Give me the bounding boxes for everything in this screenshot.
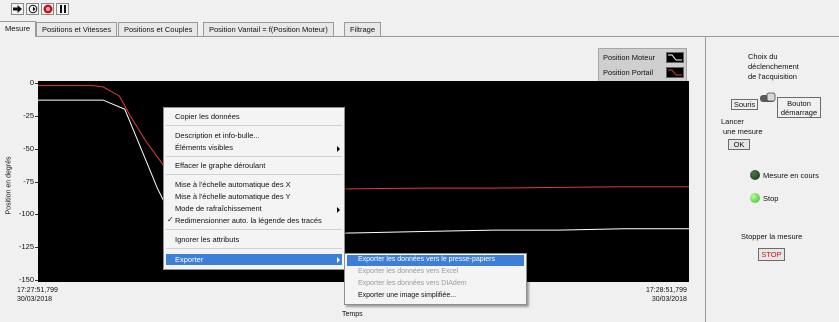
- menu-item-autoscale-x[interactable]: Mise à l'échelle automatique des X: [175, 180, 291, 189]
- switch-label-bouton-line2: démarrage: [780, 108, 818, 117]
- submenu-export-excel: Exporter les données vers Excel: [358, 268, 459, 275]
- switch-label-bouton: Bouton démarrage: [777, 97, 821, 118]
- menu-item-visible-items[interactable]: Éléments visibles: [175, 143, 233, 152]
- menu-item-autoscale-y[interactable]: Mise à l'échelle automatique des Y: [175, 192, 291, 201]
- tab-mesure[interactable]: Mesure: [0, 21, 36, 37]
- y-tick-label: -125: [18, 242, 34, 252]
- menu-item-autosize-legend[interactable]: Redimensionner auto. la légende des trac…: [175, 216, 322, 225]
- y-tick-label: -25: [23, 110, 34, 120]
- run-continuous-icon: [28, 4, 37, 14]
- menu-separator: [166, 125, 342, 126]
- pause-button[interactable]: [56, 3, 69, 15]
- status-stop-label: Stop: [763, 194, 779, 203]
- menu-item-clear-chart[interactable]: Effacer le graphe déroulant: [175, 161, 265, 170]
- run-arrow-icon: [13, 5, 22, 13]
- trigger-title-line2: déclenchement: [748, 62, 799, 71]
- submenu-arrow-icon: [337, 146, 340, 152]
- switch-label-bouton-line1: Bouton: [787, 99, 811, 108]
- x-end-date: 30/03/2018: [651, 296, 687, 303]
- menu-item-ignore-attributes[interactable]: Ignorer les attributs: [175, 235, 239, 244]
- x-axis-title: Temps: [342, 311, 363, 318]
- menu-item-description[interactable]: Description et info-bulle...: [175, 131, 260, 140]
- x-end-time: 17:28:51,799: [646, 287, 687, 294]
- tab-filtrage[interactable]: Filtrage: [344, 22, 382, 36]
- menu-separator: [166, 156, 342, 157]
- stop-led: [750, 193, 760, 203]
- legend-label-portail: Position Portail: [603, 68, 654, 77]
- y-tick-label: -100: [18, 209, 34, 219]
- pause-icon: [59, 5, 66, 13]
- submenu-arrow-icon: [337, 207, 340, 213]
- y-axis-title: Position en degrés: [5, 156, 13, 215]
- trigger-title-line1: Choix du: [748, 52, 778, 61]
- y-tick-label: -150: [18, 275, 34, 284]
- x-start-date: 30/03/2018: [17, 296, 53, 303]
- stop-button[interactable]: STOP: [758, 248, 785, 261]
- waveform-chart[interactable]: [38, 81, 689, 282]
- series-line-moteur: [38, 99, 689, 236]
- x-axis-start-label: 17:27:51,799 30/03/2018: [17, 286, 58, 304]
- x-start-time: 17:27:51,799: [17, 287, 58, 294]
- menu-item-copy-data[interactable]: Copier les données: [175, 112, 240, 121]
- launch-label-line2: une mesure: [723, 127, 763, 136]
- legend-swatch-portail[interactable]: [666, 67, 684, 78]
- status-running-label: Mesure en cours: [763, 171, 819, 180]
- abort-button[interactable]: [41, 3, 54, 15]
- export-submenu: Exporter les données vers le presse-papi…: [344, 253, 527, 305]
- y-tick-label: -50: [23, 143, 34, 153]
- stop-title: Stopper la mesure: [741, 232, 803, 241]
- menu-separator: [166, 229, 342, 230]
- context-menu: Copier les données Description et info-b…: [163, 107, 345, 270]
- launch-label-line1: Lancer: [721, 117, 744, 126]
- menu-separator: [166, 174, 342, 175]
- trigger-toggle-switch[interactable]: [759, 92, 776, 104]
- tab-positions-couples[interactable]: Positions et Couples: [118, 22, 199, 36]
- series-line-portail: [38, 85, 689, 191]
- legend-swatch-moteur[interactable]: [666, 52, 684, 63]
- abort-stop-icon: [43, 4, 52, 14]
- menu-item-export[interactable]: Exporter: [175, 255, 203, 264]
- menu-separator: [166, 248, 342, 249]
- plot-legend[interactable]: Position Moteur Position Portail: [598, 48, 687, 82]
- y-tick-label: 0: [29, 78, 34, 87]
- running-led: [750, 170, 760, 180]
- trigger-title-line3: de l'acquisition: [748, 72, 797, 81]
- tab-position-vantail[interactable]: Position Vantail = f(Position Moteur): [203, 22, 334, 36]
- submenu-export-clipboard[interactable]: Exporter les données vers le presse-papi…: [358, 256, 495, 263]
- checkmark-icon: ✓: [167, 215, 174, 224]
- switch-label-souris: Souris: [731, 99, 758, 110]
- submenu-export-image[interactable]: Exporter une image simplifiée...: [358, 292, 456, 299]
- legend-label-moteur: Position Moteur: [603, 53, 656, 62]
- submenu-arrow-icon: [337, 257, 340, 263]
- plot-area: [38, 85, 689, 236]
- x-axis-end-label: 17:28:51,799 30/03/2018: [646, 286, 687, 304]
- run-continuous-button[interactable]: [26, 3, 39, 15]
- y-tick-label: -75: [23, 176, 34, 186]
- tab-positions-vitesses[interactable]: Positions et Vitesses: [36, 22, 118, 36]
- run-button[interactable]: [11, 3, 24, 15]
- ok-button[interactable]: OK: [728, 139, 750, 150]
- menu-item-update-mode[interactable]: Mode de rafraîchissement: [175, 204, 262, 213]
- submenu-export-diadem: Exporter les données vers DIAdem: [358, 280, 467, 287]
